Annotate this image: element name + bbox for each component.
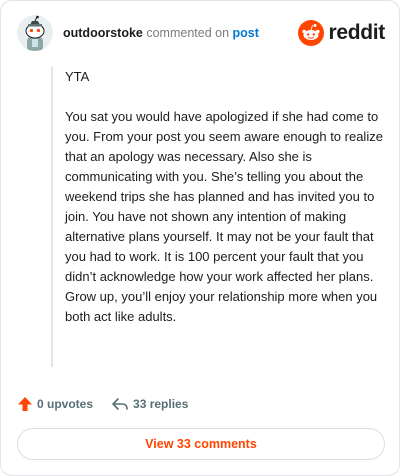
brand-wordmark: reddit <box>328 21 385 44</box>
comment-body: YTA You sat you would have apologized if… <box>51 67 385 367</box>
comment-header: outdoorstoke commented on post reddit <box>17 15 385 51</box>
upvote-button[interactable]: 0 upvotes <box>17 396 93 412</box>
upvote-arrow-icon <box>18 397 32 411</box>
replies-button[interactable]: 33 replies <box>111 396 188 412</box>
view-comments-button[interactable]: View 33 comments <box>17 428 385 460</box>
replies-count: 33 replies <box>133 397 189 411</box>
post-link[interactable]: post <box>233 26 259 40</box>
comment-paragraph: YTA <box>65 69 90 84</box>
comment-text: YTA You sat you would have apologized if… <box>65 67 385 327</box>
comment-paragraph: You sat you would have apologized if she… <box>65 109 383 324</box>
snoo-avatar-icon <box>17 15 53 51</box>
comment-meta: outdoorstoke commented on post <box>63 26 259 40</box>
reddit-snoo-icon <box>298 20 325 46</box>
comment-actions: 0 upvotes 33 replies <box>17 393 206 415</box>
comment-verb: commented on <box>146 26 230 40</box>
username-link[interactable]: outdoorstoke <box>63 26 143 40</box>
upvote-count: 0 upvotes <box>37 397 94 411</box>
comment-card: outdoorstoke commented on post reddit YT… <box>0 0 400 476</box>
reddit-logo[interactable]: reddit <box>298 19 385 47</box>
user-avatar[interactable] <box>17 15 53 51</box>
reply-arrow-icon <box>112 398 128 410</box>
